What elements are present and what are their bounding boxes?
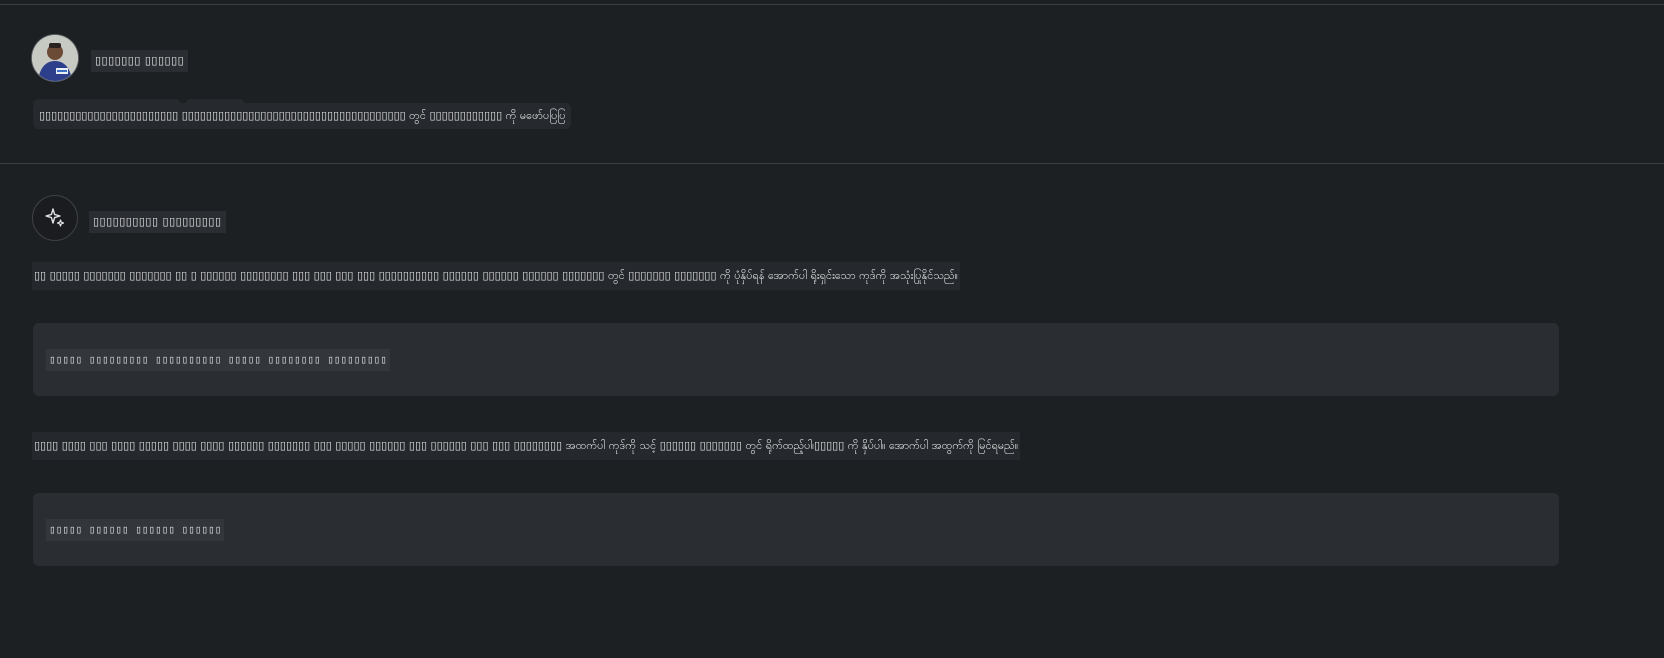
assistant-avatar — [32, 195, 78, 241]
user-message: ▯▯▯▯▯▯▯▯▯▯▯▯▯▯▯▯▯▯▯▯▯▯▯ ▯▯▯▯▯▯▯▯▯▯▯▯▯▯▯▯… — [33, 99, 572, 129]
code-line: ▯▯▯▯▯ ▯▯▯▯▯▯▯▯▯ ▯▯▯▯▯▯▯▯▯▯ ▯▯▯▯▯ ▯▯▯▯▯▯▯… — [46, 349, 390, 371]
user-avatar — [32, 35, 78, 81]
turn-divider — [0, 163, 1664, 164]
code-line: ▯▯▯▯▯ ▯▯▯▯▯▯ ▯▯▯▯▯▯ ▯▯▯▯▯▯ — [46, 519, 225, 541]
code-block-1[interactable]: ▯▯▯▯▯ ▯▯▯▯▯▯▯▯▯ ▯▯▯▯▯▯▯▯▯▯ ▯▯▯▯▯ ▯▯▯▯▯▯▯… — [33, 323, 1559, 396]
sparkle-icon — [45, 208, 65, 227]
user-message-text: ▯▯▯▯▯▯▯▯▯▯▯▯▯▯▯▯▯▯▯▯▯▯▯ ▯▯▯▯▯▯▯▯▯▯▯▯▯▯▯▯… — [39, 109, 566, 122]
assistant-paragraph-1: ▯▯ ▯▯▯▯▯ ▯▯▯▯▯▯▯ ▯▯▯▯▯▯▯ ▯▯ ▯ ▯▯▯▯▯▯ ▯▯▯… — [32, 262, 960, 290]
code-block-2[interactable]: ▯▯▯▯▯ ▯▯▯▯▯▯ ▯▯▯▯▯▯ ▯▯▯▯▯▯ — [33, 493, 1559, 566]
top-divider — [0, 4, 1664, 5]
assistant-paragraph-2: ▯▯▯▯ ▯▯▯▯ ▯▯▯ ▯▯▯▯ ▯▯▯▯▯ ▯▯▯▯ ▯▯▯▯ ▯▯▯▯▯… — [32, 432, 1021, 460]
user-name: ▯▯▯▯▯▯▯ ▯▯▯▯▯▯ — [91, 50, 189, 72]
assistant-name: ▯▯▯▯▯▯▯▯▯▯ ▯▯▯▯▯▯▯▯▯ — [89, 211, 226, 233]
